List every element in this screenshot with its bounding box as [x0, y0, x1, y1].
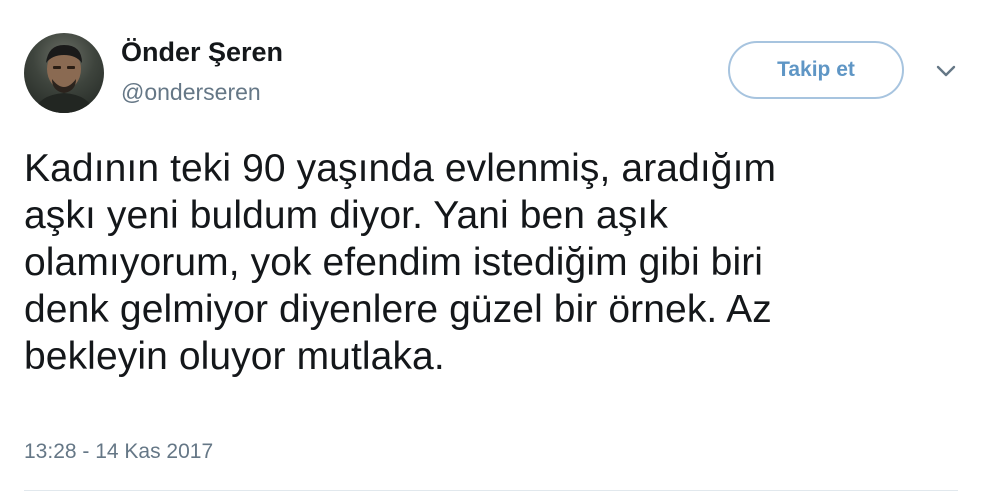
avatar-photo [34, 45, 94, 113]
divider [24, 490, 958, 491]
tweet-text: Kadının teki 90 yaşında evlenmiş, aradığ… [24, 147, 777, 378]
display-name[interactable]: Önder Şeren [121, 37, 283, 68]
tweet-card: Önder Şeren @onderseren Takip et Kadının… [0, 0, 996, 498]
user-handle[interactable]: @onderseren [121, 79, 261, 106]
user-avatar[interactable] [24, 33, 104, 113]
chevron-down-icon[interactable] [934, 62, 958, 80]
tweet-timestamp[interactable]: 13:28 - 14 Kas 2017 [24, 440, 213, 464]
follow-button[interactable]: Takip et [728, 41, 904, 99]
